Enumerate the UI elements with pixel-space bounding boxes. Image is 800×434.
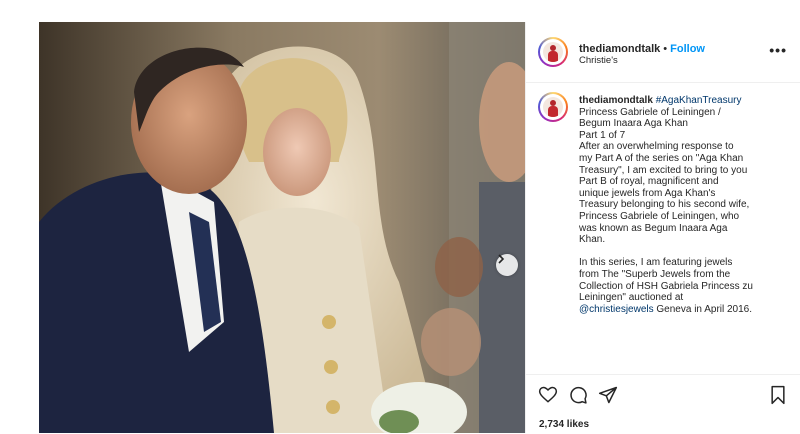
- avatar-ring: [540, 94, 566, 120]
- avatar-image: [543, 42, 563, 62]
- post-photo: [39, 22, 525, 433]
- action-bar: 2,734 likes: [526, 374, 800, 434]
- more-options-icon[interactable]: •••: [769, 42, 787, 58]
- post-image[interactable]: [39, 22, 525, 433]
- caption-line: unique jewels from Aga Khan's: [579, 187, 716, 199]
- caption-first-line: thediamondtalk #AgaKhanTreasury: [579, 95, 784, 107]
- header-username[interactable]: thediamondtalk: [579, 43, 660, 55]
- caption-line: Treasury belonging to his second wife,: [579, 199, 750, 211]
- avatar-ring: [540, 39, 566, 65]
- caption-text: thediamondtalk #AgaKhanTreasury Princess…: [579, 95, 784, 315]
- chevron-right-icon: [498, 254, 505, 264]
- likes-count[interactable]: 2,734 likes: [539, 419, 589, 430]
- caption-line-rest: Geneva in April 2016.: [653, 303, 753, 315]
- caption-line: Begum Inaara Aga Khan: [579, 118, 688, 130]
- post-sidebar: thediamondtalk • Follow Christie's ••• the…: [525, 22, 800, 433]
- caption-line: After an overwhelming response to: [579, 141, 734, 153]
- location-label[interactable]: Christie's: [579, 55, 618, 66]
- caption-line: Princess Gabriele of Leiningen /: [579, 106, 721, 118]
- caption-line: Part 1 of 7: [579, 129, 626, 141]
- mention-link[interactable]: @christiesjewels: [579, 304, 654, 315]
- next-image-button[interactable]: [496, 254, 518, 276]
- bookmark-icon[interactable]: [768, 385, 788, 405]
- caption-line: was known as Begum Inaara Aga: [579, 222, 728, 234]
- share-icon[interactable]: [598, 385, 618, 405]
- avatar-image: [543, 97, 563, 117]
- comment-icon[interactable]: [568, 385, 588, 405]
- caption-line: Treasury", I am excited to bring to you: [579, 164, 748, 176]
- heart-icon[interactable]: [538, 385, 558, 405]
- post-header: thediamondtalk • Follow Christie's •••: [526, 22, 800, 83]
- caption-line: Leiningen" auctioned at: [579, 292, 684, 304]
- caption-line: from The "Superb Jewels from the: [579, 268, 731, 280]
- instagram-post: thediamondtalk • Follow Christie's ••• the…: [39, 22, 800, 433]
- caption-avatar[interactable]: [538, 92, 568, 122]
- follow-button[interactable]: Follow: [670, 43, 705, 55]
- avatar[interactable]: [538, 37, 568, 67]
- caption-line: Collection of HSH Gabriela Princess zu: [579, 280, 753, 292]
- caption-area: thediamondtalk #AgaKhanTreasury Princess…: [526, 83, 800, 373]
- caption-last-line: @christiesjewels Geneva in April 2016.: [579, 304, 784, 316]
- caption-line: Part B of royal, magnificent and: [579, 176, 719, 188]
- separator-dot: •: [663, 43, 668, 55]
- caption-line: Princess Gabriele of Leiningen, who: [579, 210, 740, 222]
- caption-line: my Part A of the series on "Aga Khan: [579, 152, 744, 164]
- caption-line: [579, 246, 784, 258]
- hashtag-link[interactable]: #AgaKhanTreasury: [656, 95, 742, 106]
- caption-username[interactable]: thediamondtalk: [579, 95, 653, 106]
- caption-line: Khan.: [579, 234, 606, 246]
- caption-line: In this series, I am featuring jewels: [579, 257, 733, 269]
